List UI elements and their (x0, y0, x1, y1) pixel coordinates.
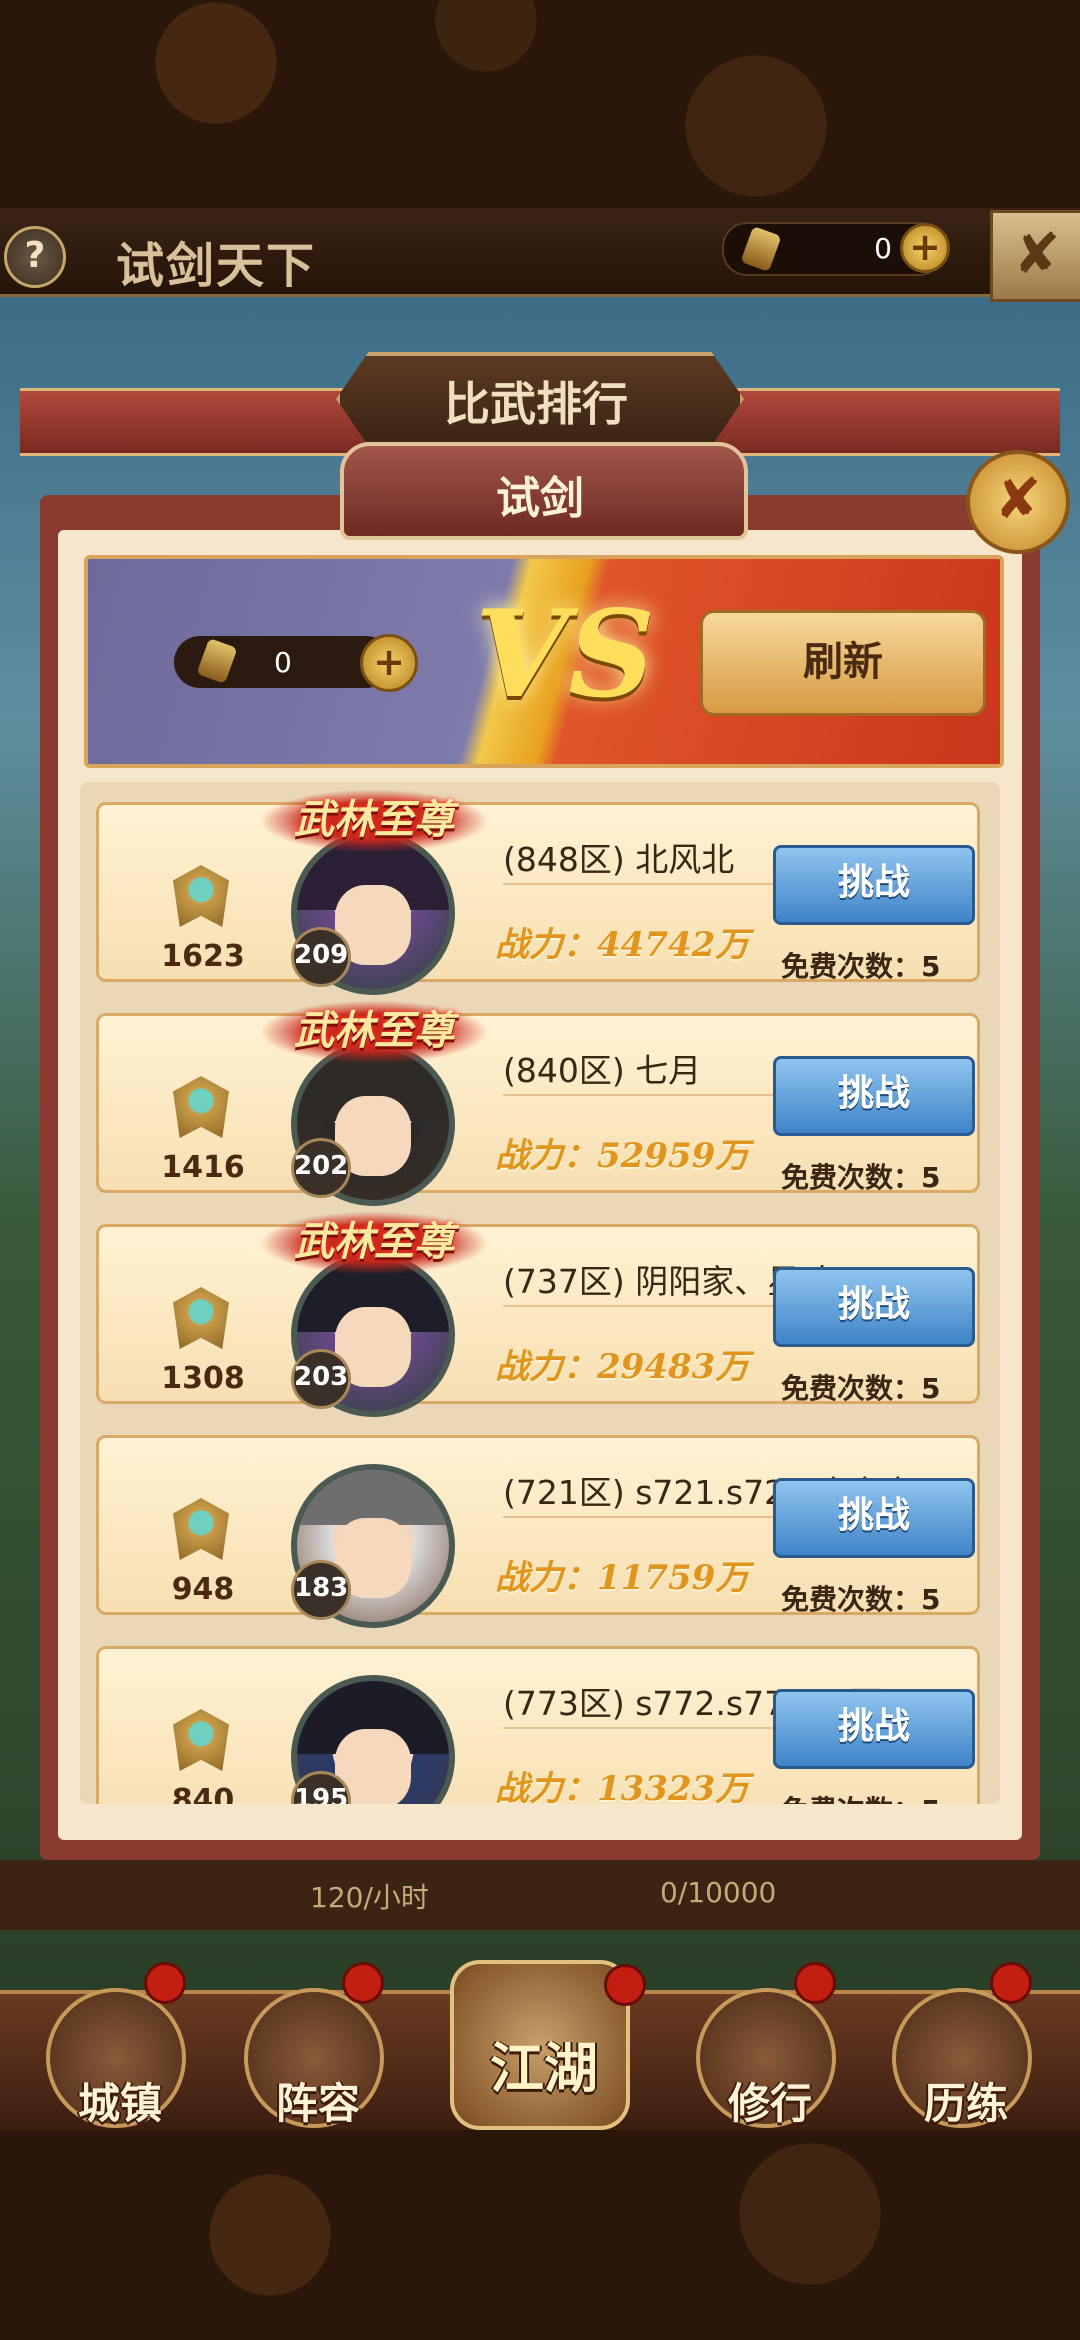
nav-lineup-label: 阵容 (275, 2079, 360, 2128)
challenge-button[interactable]: 挑战 (773, 1689, 975, 1769)
free-attempts: 免费次数：5 (781, 1372, 941, 1405)
ranking-tab-label: 比武排行 (444, 377, 628, 431)
header-add-currency-button[interactable]: + (900, 223, 950, 273)
rank-medal-icon (173, 1287, 229, 1349)
opponent-row: 948 183 (721区) s721.s720.小六六 战力：11759万 挑… (96, 1435, 980, 1628)
nav-experience[interactable]: 历练 (892, 1962, 1032, 2128)
notification-dot (604, 1964, 646, 2006)
free-attempts: 免费次数：5 (781, 1583, 941, 1616)
rank-score: 1416 (161, 1150, 245, 1185)
header-close-button[interactable]: ✘ (990, 210, 1080, 302)
free-attempts: 免费次数：5 (781, 1789, 940, 1804)
bottom-decorative-background (0, 2130, 1080, 2340)
panel-close-button[interactable]: ✘ (966, 450, 1070, 554)
challenge-button[interactable]: 挑战 (773, 1056, 975, 1136)
row-divider (503, 1727, 803, 1729)
row-divider (503, 883, 803, 885)
honor-title-badge: 武林至尊 (259, 789, 489, 853)
rank-medal-icon (173, 1709, 229, 1771)
notification-dot (342, 1962, 384, 2004)
row-divider (503, 1305, 803, 1307)
notification-dot (144, 1962, 186, 2004)
rank-medal-icon (173, 1498, 229, 1560)
header-currency-value: 0 (874, 232, 892, 265)
level-badge: 203 (291, 1349, 351, 1409)
nav-town-label: 城镇 (77, 2079, 162, 2128)
opponent-row: 840 195 (773区) s772.s773.一哥 战力：13323万 挑战… (96, 1646, 980, 1804)
opponent-row: 1623 209 武林至尊 (848区) 北风北 战力：44742万 挑战 免费… (96, 789, 980, 995)
nav-experience-label: 历练 (923, 2079, 1008, 2128)
scene-status-bar: 120/小时 0/10000 (0, 1860, 1080, 1930)
level-badge: 183 (291, 1560, 351, 1620)
combat-power: 战力：52959万 (495, 1136, 750, 1176)
challenge-button[interactable]: 挑战 (773, 845, 975, 925)
honor-title-badge: 武林至尊 (259, 1211, 489, 1275)
top-decorative-background (0, 0, 1080, 210)
rank-medal-icon (173, 865, 229, 927)
combat-power: 战力：44742万 (495, 925, 750, 965)
rank-score: 1308 (161, 1361, 245, 1396)
challenge-button[interactable]: 挑战 (773, 1267, 975, 1347)
nav-training-label: 修行 (727, 2079, 812, 2128)
free-attempts: 免费次数：5 (781, 1161, 941, 1194)
row-divider (503, 1094, 803, 1096)
rank-score: 1623 (161, 939, 245, 974)
nav-jianghu-label: 江湖 (490, 2036, 598, 2100)
rank-medal-icon (173, 1076, 229, 1138)
nav-training[interactable]: 修行 (696, 1962, 836, 2128)
opponent-list[interactable]: 1623 209 武林至尊 (848区) 北风北 战力：44742万 挑战 免费… (80, 782, 1000, 1804)
rank-score: 948 (171, 1572, 235, 1607)
combat-power: 战力：11759万 (495, 1558, 750, 1598)
progress-text: 0/10000 (660, 1876, 777, 1909)
level-badge: 209 (291, 927, 351, 987)
challenge-button[interactable]: 挑战 (773, 1478, 975, 1558)
opponent-row: 1416 202 武林至尊 (840区) 七月 战力：52959万 挑战 免费次… (96, 1000, 980, 1206)
nav-lineup[interactable]: 阵容 (244, 1962, 384, 2128)
opponent-row: 1308 203 武林至尊 (737区) 阴阳家、星魂 战力：29483万 挑战… (96, 1211, 980, 1417)
free-attempts: 免费次数：5 (781, 950, 941, 983)
challenge-token-counter: 0 + (174, 634, 418, 692)
level-badge: 202 (291, 1138, 351, 1198)
page-title: 试剑天下 (116, 238, 317, 294)
row-divider (503, 1516, 803, 1518)
nav-jianghu[interactable]: 江湖 (450, 1960, 646, 2130)
nav-town[interactable]: 城镇 (46, 1962, 186, 2128)
token-icon (196, 638, 238, 684)
rank-score: 840 (171, 1783, 235, 1804)
header-currency: 0 + (722, 222, 950, 276)
tab-trial-sword-label: 试剑 (496, 473, 584, 524)
refresh-button[interactable]: 刷新 (700, 610, 986, 716)
rate-text: 120/小时 (310, 1881, 429, 1914)
opponent-name: (840区) 七月 (503, 1051, 702, 1090)
help-button[interactable]: ? (4, 226, 66, 288)
add-token-button[interactable]: + (360, 634, 418, 692)
notification-dot (990, 1962, 1032, 2004)
challenge-token-value: 0 (274, 646, 292, 679)
combat-power: 战力：13323万 (495, 1769, 750, 1804)
notification-dot (794, 1962, 836, 2004)
combat-power: 战力：29483万 (495, 1347, 750, 1387)
token-icon (740, 226, 782, 272)
honor-title-badge: 武林至尊 (259, 1000, 489, 1064)
vs-emblem: VS (475, 584, 655, 725)
opponent-name: (848区) 北风北 (503, 840, 735, 879)
